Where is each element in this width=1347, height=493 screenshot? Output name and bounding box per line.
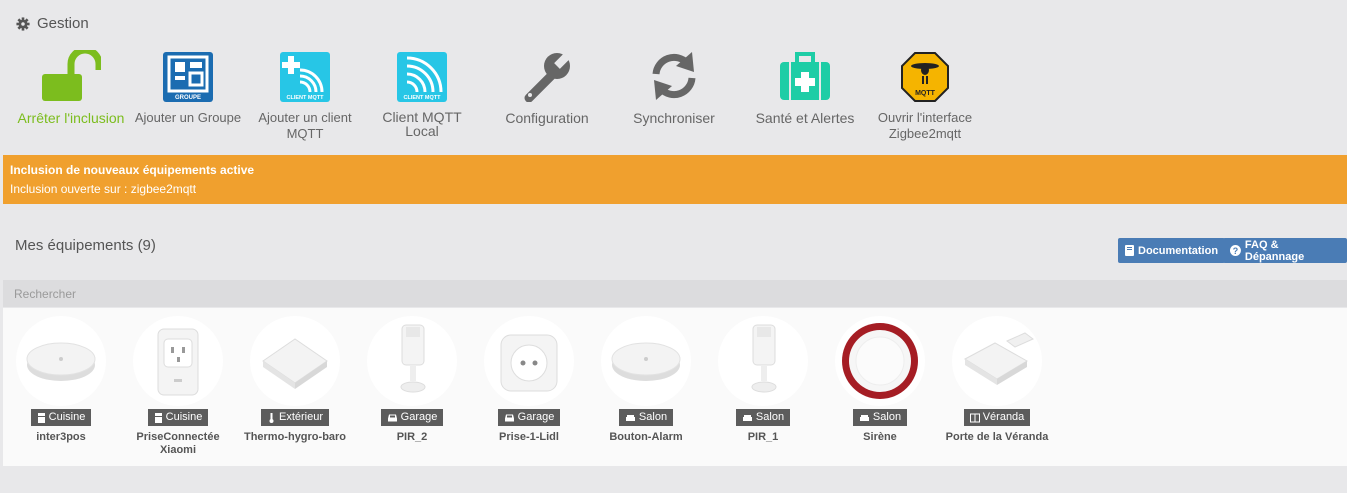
health-alerts-button[interactable]: Santé et Alertes [750, 50, 860, 126]
open-zigbee2mqtt-button[interactable]: MQTT Ouvrir l'interface Zigbee2mqtt [870, 50, 980, 142]
room-tag: Salon [735, 409, 791, 426]
room-tag: Véranda [963, 409, 1031, 426]
room-tag: Garage [497, 409, 561, 426]
action-label: Configuration [505, 110, 589, 126]
equipment-card[interactable]: Garage PIR_2 [354, 316, 470, 444]
equipment-card[interactable]: Cuisine PriseConnectée Xiaomi [120, 316, 236, 457]
sync-icon [652, 52, 696, 100]
car-icon [387, 414, 397, 421]
equipment-name: PIR_1 [747, 430, 779, 443]
room-tag: Cuisine [30, 409, 92, 426]
sofa-icon [625, 414, 635, 421]
mqtt-client-local-icon: CLIENT MQTT [397, 52, 447, 102]
mqtt-badge: CLIENT MQTT [404, 95, 442, 101]
section-header: Gestion [16, 15, 89, 32]
fridge-icon [37, 412, 45, 423]
sofa-icon [742, 414, 752, 421]
room-tag: Salon [618, 409, 674, 426]
banner-title: Inclusion de nouveaux équipements active [10, 163, 255, 177]
device-image [250, 316, 340, 406]
equipment-name: PIR_2 [396, 430, 428, 443]
room-tag: Extérieur [260, 409, 330, 426]
equipment-name: inter3pos [36, 430, 86, 443]
equipment-card[interactable]: Véranda Porte de la Véranda [939, 316, 1055, 444]
mqtt-badge: CLIENT MQTT [287, 95, 325, 101]
fridge-icon [154, 412, 162, 423]
action-label: Arrêter l'inclusion [17, 110, 125, 126]
action-label: Client MQTT Local [382, 109, 462, 139]
documentation-label: Documentation [1138, 244, 1219, 257]
synchronize-button[interactable]: Synchroniser [619, 50, 729, 126]
faq-label: FAQ & Dépannage [1244, 238, 1305, 263]
svg-text:?: ? [1233, 246, 1238, 256]
action-label: Santé et Alertes [755, 110, 855, 126]
equipment-name: Prise-1-Lidl [499, 430, 559, 443]
equipment-card[interactable]: Extérieur Thermo-hygro-baro [237, 316, 353, 444]
gear-icon [16, 16, 30, 31]
equipment-card[interactable]: Garage Prise-1-Lidl [471, 316, 587, 444]
medical-kit-icon [780, 52, 830, 100]
add-mqtt-client-button[interactable]: CLIENT MQTT Ajouter un client MQTT [250, 50, 360, 142]
group-badge: GROUPE [175, 95, 201, 101]
group-icon: GROUPE [163, 52, 213, 102]
equipment-name: Thermo-hygro-baro [243, 430, 347, 443]
sofa-icon [859, 414, 869, 421]
room-tag: Cuisine [147, 409, 209, 426]
documentation-button[interactable]: Documentation [1118, 238, 1226, 263]
configuration-button[interactable]: Configuration [492, 50, 602, 126]
action-label: Synchroniser [633, 110, 715, 126]
local-mqtt-client-button[interactable]: CLIENT MQTT Client MQTT Local [367, 50, 477, 138]
equipment-card[interactable]: Salon PIR_1 [705, 316, 821, 444]
equipment-card[interactable]: Cuisine inter3pos [3, 316, 119, 444]
device-image [367, 316, 457, 406]
book-icon [1125, 245, 1134, 256]
zigbee2mqtt-icon: MQTT [901, 52, 949, 102]
mqtt-client-add-icon: CLIENT MQTT [280, 52, 330, 102]
question-circle-icon: ? [1230, 245, 1241, 256]
device-image [133, 316, 223, 406]
equipment-card[interactable]: Salon Sirène [822, 316, 938, 444]
device-image [484, 316, 574, 406]
equipment-name: PriseConnectée Xiaomi [136, 430, 220, 456]
management-actions: Arrêter l'inclusion GROUPE Ajouter un Gr… [0, 50, 1000, 150]
window-icon [969, 413, 980, 422]
thermometer-icon [269, 412, 274, 423]
inclusion-banner: Inclusion de nouveaux équipements active… [3, 155, 1347, 204]
equipments-title: Mes équipements (9) [15, 237, 156, 254]
room-tag: Garage [380, 409, 444, 426]
equipment-name: Sirène [863, 430, 897, 443]
action-label: Ouvrir l'interface Zigbee2mqtt [877, 110, 973, 141]
search-input[interactable] [3, 280, 1347, 307]
zigbee-badge: MQTT [915, 90, 936, 97]
stop-inclusion-button[interactable]: Arrêter l'inclusion [16, 50, 126, 126]
device-image [601, 316, 691, 406]
room-tag: Salon [852, 409, 908, 426]
section-title: Gestion [37, 15, 89, 32]
equipment-card[interactable]: Salon Bouton-Alarm [588, 316, 704, 444]
device-image [835, 316, 925, 406]
device-image [952, 316, 1042, 406]
unlock-icon [42, 50, 101, 101]
wrench-icon [524, 51, 572, 102]
faq-button[interactable]: ? FAQ & Dépannage [1223, 238, 1347, 263]
banner-subtitle: Inclusion ouverte sur : zigbee2mqtt [10, 182, 197, 196]
car-icon [504, 414, 514, 421]
equipment-name: Bouton-Alarm [609, 430, 683, 443]
equipment-name: Porte de la Véranda [945, 430, 1049, 443]
device-image [16, 316, 106, 406]
action-label: Ajouter un Groupe [134, 110, 242, 125]
add-group-button[interactable]: GROUPE Ajouter un Groupe [133, 50, 243, 126]
equipment-grid: Cuisine inter3pos Cuisine PriseConnectée… [3, 308, 1347, 466]
action-label: Ajouter un client MQTT [258, 110, 352, 141]
device-image [718, 316, 808, 406]
